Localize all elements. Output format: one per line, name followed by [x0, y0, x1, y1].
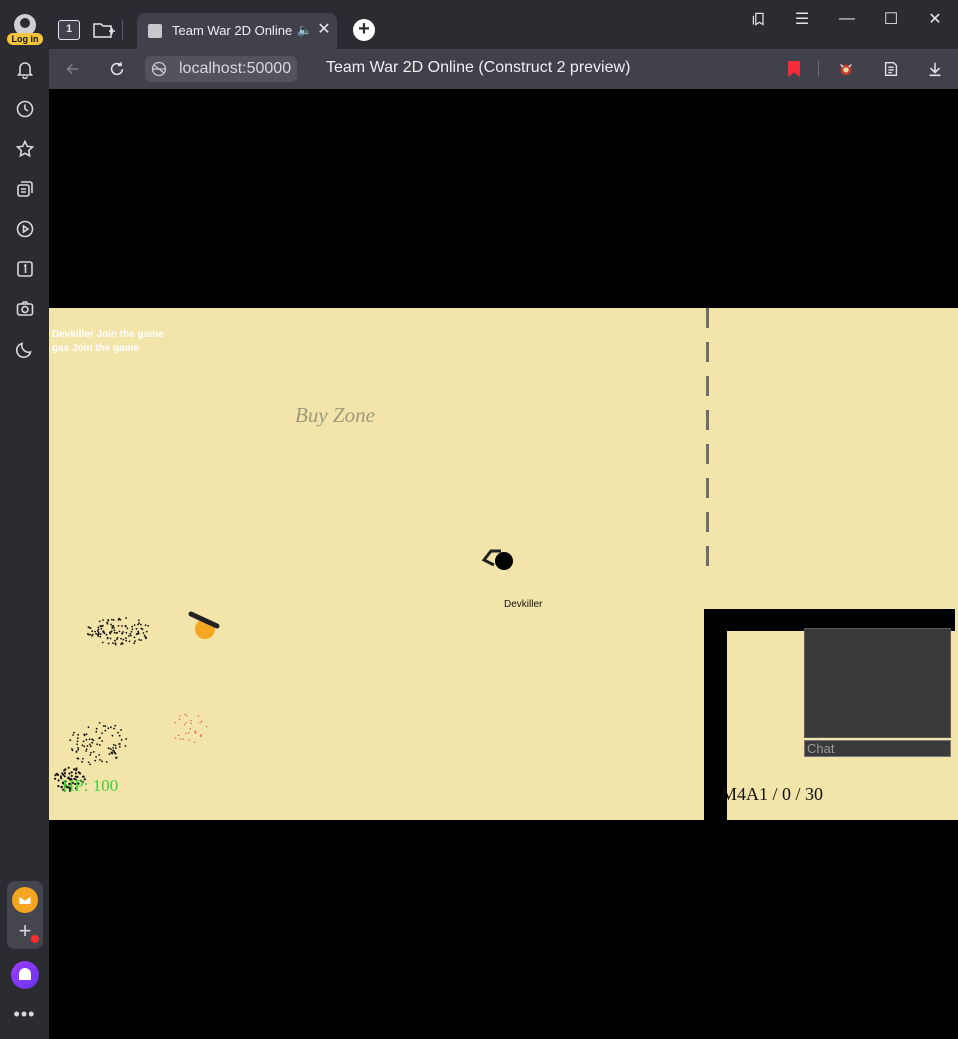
notification-dot [31, 935, 39, 943]
join-message: gas Join the game [52, 343, 140, 354]
game-canvas[interactable]: Devkiller Join the game gas Join the gam… [49, 89, 958, 1039]
reader-icon[interactable] [878, 57, 904, 81]
toolbar-divider [818, 61, 819, 77]
page-favicon-icon [148, 24, 162, 38]
tab-count: 1 [58, 20, 80, 40]
close-window-button[interactable]: ✕ [915, 8, 955, 30]
bookmark-icon[interactable] [788, 61, 800, 77]
play-icon[interactable] [0, 209, 49, 249]
page-title: Team War 2D Online (Construct 2 preview) [326, 59, 631, 76]
site-info-button[interactable]: localhost:50000 [145, 56, 297, 82]
browser-sidebar: Log in + ••• [0, 0, 49, 1039]
tab-counter-icon[interactable] [0, 249, 49, 289]
join-message: Devkiller Join the game [52, 329, 164, 340]
tab-team-war[interactable]: Team War 2D Online 🔈 ✕ [137, 13, 337, 49]
bell-icon[interactable] [0, 49, 49, 89]
menu-icon[interactable]: ☰ [782, 8, 822, 30]
collections-icon[interactable] [0, 169, 49, 209]
tab-divider [122, 20, 123, 40]
download-icon[interactable] [922, 57, 948, 81]
alice-icon[interactable] [11, 961, 39, 989]
tab-group-icon[interactable] [89, 14, 119, 46]
reload-icon[interactable] [104, 57, 130, 81]
address-bar: localhost:50000 Team War 2D Online (Cons… [49, 49, 958, 89]
url-text[interactable]: localhost:50000 [179, 60, 291, 78]
tab-counter-button[interactable]: 1 [54, 14, 84, 46]
ammo-counter: M4A1 / 0 / 30 [721, 784, 824, 804]
maximize-button[interactable]: ☐ [871, 8, 911, 30]
hp-counter: HP: 100 [62, 776, 119, 795]
new-tab-button[interactable]: + [353, 19, 375, 41]
globe-icon [151, 61, 167, 77]
tab-title: Team War 2D Online [172, 23, 292, 38]
player-name-label: Devkiller [504, 599, 543, 610]
close-icon[interactable]: ✕ [315, 20, 333, 40]
screenshot-icon[interactable] [0, 289, 49, 329]
extension-icon[interactable] [833, 57, 859, 81]
more-icon[interactable]: ••• [0, 1004, 49, 1024]
login-button[interactable]: Log in [7, 33, 43, 45]
join-log: Devkiller Join the game gas Join the gam… [52, 328, 164, 356]
mail-icon[interactable] [12, 887, 38, 913]
back-arrow-icon[interactable] [60, 57, 86, 81]
zone-boundary-line [706, 308, 709, 578]
collections-sync-icon[interactable] [739, 8, 779, 30]
night-mode-icon[interactable] [0, 329, 49, 369]
star-icon[interactable] [0, 129, 49, 169]
pinned-panel: + [7, 881, 43, 949]
history-icon[interactable] [0, 89, 49, 129]
buy-zone-label: Buy Zone [295, 403, 375, 427]
speaker-icon[interactable]: 🔈 [297, 23, 312, 37]
minimize-button[interactable]: — [827, 8, 867, 30]
chat-log [804, 628, 951, 738]
tab-bar: 1 Team War 2D Online 🔈 ✕ + ☰ — ☐ ✕ [49, 0, 958, 49]
chat-input[interactable] [804, 740, 951, 757]
